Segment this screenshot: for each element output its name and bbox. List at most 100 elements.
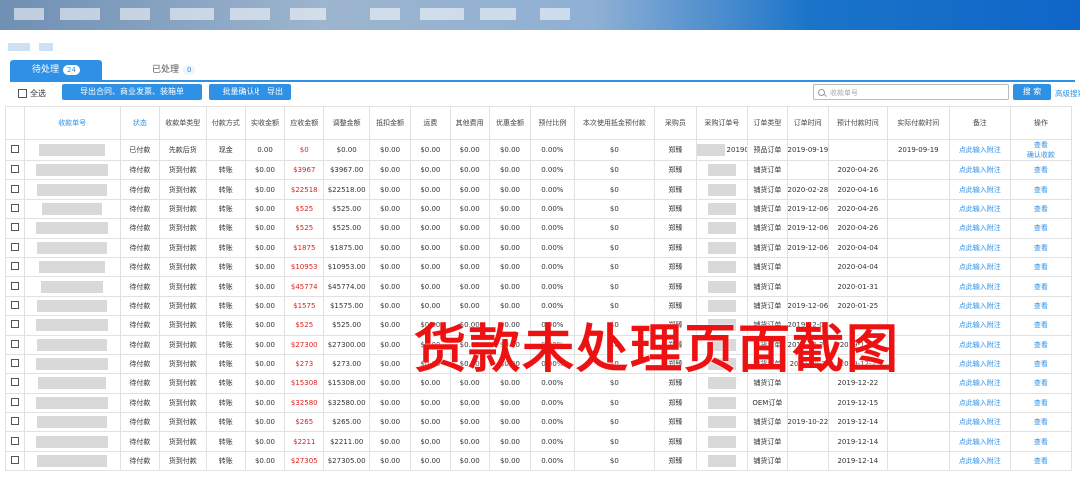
- tab-pending[interactable]: 待处理 24: [10, 60, 102, 80]
- note-input-link[interactable]: 点此输入附注: [948, 334, 1011, 355]
- table-cell: [695, 276, 749, 297]
- redacted-purchase-order-number: [707, 241, 736, 254]
- select-all-checkbox[interactable]: 全选: [18, 88, 46, 99]
- table-cell: 铺货订单: [747, 237, 788, 258]
- table-cell: 货到付款: [159, 295, 207, 317]
- table-cell: $0: [573, 256, 656, 278]
- row-checkbox[interactable]: [5, 334, 25, 355]
- note-input-link[interactable]: 点此输入附注: [948, 315, 1011, 336]
- view-link[interactable]: 查看: [1011, 340, 1070, 350]
- table-cell: $45774: [284, 276, 325, 297]
- row-checkbox[interactable]: [5, 276, 25, 297]
- note-input-link[interactable]: 点此输入附注: [948, 139, 1011, 161]
- table-cell: $0.00: [368, 431, 412, 452]
- note-input-link[interactable]: 点此输入附注: [948, 450, 1011, 472]
- column-header[interactable]: 状态: [119, 106, 161, 140]
- table-cell: $0.00: [449, 412, 490, 433]
- note-input-link[interactable]: 点此输入附注: [948, 198, 1011, 220]
- table-cell: 待付款: [119, 431, 161, 452]
- column-header[interactable]: 收款单号: [23, 106, 121, 140]
- view-link[interactable]: 查看: [1011, 437, 1070, 447]
- table-cell: 2020-04-26: [827, 198, 888, 220]
- row-checkbox[interactable]: [5, 237, 25, 258]
- note-input-link[interactable]: 点此输入附注: [948, 179, 1011, 200]
- row-checkbox[interactable]: [5, 159, 25, 181]
- overlay-caption: 货款未处理页面截图: [414, 320, 901, 380]
- view-link[interactable]: 查看: [1011, 204, 1070, 214]
- table-cell: [23, 431, 121, 452]
- view-link[interactable]: 查看: [1011, 141, 1070, 151]
- redacted-order-number: [36, 222, 109, 235]
- note-input-link[interactable]: 点此输入附注: [948, 256, 1011, 278]
- view-link[interactable]: 查看: [1011, 378, 1070, 388]
- row-checkbox[interactable]: [5, 373, 25, 394]
- table-cell: [695, 237, 749, 258]
- row-checkbox[interactable]: [5, 198, 25, 220]
- table-cell: $0.00: [368, 256, 412, 278]
- row-checkbox[interactable]: [5, 139, 25, 161]
- view-link[interactable]: 查看: [1011, 223, 1070, 233]
- row-checkbox[interactable]: [5, 315, 25, 336]
- actions-cell: 查看: [1009, 276, 1073, 297]
- note-input-link[interactable]: 点此输入附注: [948, 237, 1011, 258]
- note-input-link[interactable]: 点此输入附注: [948, 159, 1011, 181]
- checkbox-icon: [10, 281, 19, 290]
- view-link[interactable]: 查看: [1011, 282, 1070, 292]
- table-cell: 郑臻: [654, 256, 697, 278]
- table-cell: [886, 276, 950, 297]
- note-input-link[interactable]: 点此输入附注: [948, 218, 1011, 239]
- table-cell: 转账: [205, 353, 246, 375]
- row-checkbox[interactable]: [5, 218, 25, 239]
- view-link[interactable]: 查看: [1011, 262, 1070, 272]
- table-body: 已付款 先款后货 现金 0.00 $0 $0.00 $0.00 $0.00 $0.00 $0.00…: [5, 139, 1073, 472]
- view-link[interactable]: 查看: [1011, 243, 1070, 253]
- view-link[interactable]: 查看: [1011, 456, 1070, 466]
- view-link[interactable]: 查看: [1011, 301, 1070, 311]
- note-input-link[interactable]: 点此输入附注: [948, 295, 1011, 317]
- redacted-purchase-order-number: [697, 144, 725, 156]
- row-checkbox[interactable]: [5, 450, 25, 472]
- note-input-link[interactable]: 点此输入附注: [948, 431, 1011, 452]
- tab-processed[interactable]: 已处理 0: [142, 60, 205, 80]
- table-cell: OEM订单: [747, 392, 788, 414]
- table-cell: 0.00%: [530, 198, 575, 220]
- actions-cell: 查看: [1009, 237, 1073, 258]
- table-cell: 0.00%: [530, 159, 575, 181]
- table-cell: 转账: [205, 218, 246, 239]
- export-button[interactable]: 导出: [259, 84, 291, 100]
- advanced-search-link[interactable]: 高级搜索: [1055, 88, 1080, 99]
- redacted-purchase-order-number: [707, 222, 736, 235]
- row-checkbox[interactable]: [5, 431, 25, 452]
- search-input[interactable]: 收款单号: [813, 84, 1009, 100]
- row-checkbox[interactable]: [5, 412, 25, 433]
- table-cell: [23, 218, 121, 239]
- view-link[interactable]: 查看: [1011, 359, 1070, 369]
- row-checkbox[interactable]: [5, 392, 25, 414]
- search-button[interactable]: 搜 索: [1013, 84, 1051, 100]
- view-link[interactable]: 查看: [1011, 185, 1070, 195]
- table-cell: $0.00: [410, 431, 451, 452]
- row-checkbox[interactable]: [5, 256, 25, 278]
- row-checkbox[interactable]: [5, 353, 25, 375]
- table-cell: $15308: [284, 373, 325, 394]
- confirm-payment-link[interactable]: 确认收款: [1011, 150, 1070, 160]
- table-cell: 0.00%: [530, 276, 575, 297]
- table-cell: [886, 412, 950, 433]
- table-cell: [23, 276, 121, 297]
- note-input-link[interactable]: 点此输入附注: [948, 353, 1011, 375]
- view-link[interactable]: 查看: [1011, 165, 1070, 175]
- row-checkbox[interactable]: [5, 179, 25, 200]
- actions-cell: 查看: [1009, 315, 1073, 336]
- row-checkbox[interactable]: [5, 295, 25, 317]
- note-input-link[interactable]: 点此输入附注: [948, 373, 1011, 394]
- table-cell: $0.00: [449, 450, 490, 472]
- note-input-link[interactable]: 点此输入附注: [948, 276, 1011, 297]
- view-link[interactable]: 查看: [1011, 320, 1070, 330]
- note-input-link[interactable]: 点此输入附注: [948, 392, 1011, 414]
- view-link[interactable]: 查看: [1011, 417, 1070, 427]
- export-contract-invoice-packing-list-button[interactable]: 导出合同、商业发票、装箱单: [62, 84, 202, 100]
- view-link[interactable]: 查看: [1011, 398, 1070, 408]
- note-input-link[interactable]: 点此输入附注: [948, 412, 1011, 433]
- column-header: 预计付款时间: [827, 106, 888, 140]
- table-cell: [886, 450, 950, 472]
